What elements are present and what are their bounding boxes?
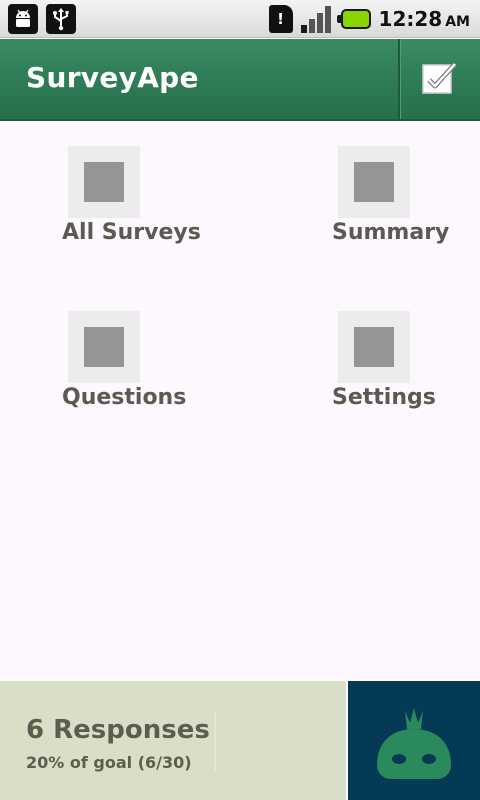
android-debug-icon: [8, 4, 38, 34]
dashboard-item-summary[interactable]: Summary: [332, 146, 480, 256]
notification-icons: [8, 4, 76, 34]
dashboard-item-label: Settings: [332, 385, 436, 410]
sim-card-icon: !: [268, 5, 293, 33]
placeholder-thumbnail-icon: [68, 311, 140, 383]
responses-panel[interactable]: 6 Responses 20% of goal (6/30): [0, 681, 346, 800]
dashboard-item-label: Questions: [62, 385, 187, 410]
panel-divider: [214, 711, 216, 771]
checkbox-check-icon: [422, 62, 457, 94]
dashboard-item-label: All Surveys: [62, 220, 201, 245]
dashboard-item-label: Summary: [332, 220, 450, 245]
dashboard-item-settings[interactable]: Settings: [332, 311, 480, 421]
status-bar: ! 12:28 AM: [0, 0, 480, 38]
surveyape-mascot-icon: [377, 707, 451, 779]
status-clock: 12:28 AM: [378, 7, 470, 31]
app-header: SurveyApe: [0, 39, 480, 121]
placeholder-thumbnail-icon: [338, 146, 410, 218]
placeholder-thumbnail-icon: [68, 146, 140, 218]
dashboard-item-all-surveys[interactable]: All Surveys: [62, 146, 242, 256]
dashboard-item-questions[interactable]: Questions: [62, 311, 242, 421]
usb-icon: [46, 4, 76, 34]
app-title: SurveyApe: [26, 61, 199, 94]
logo-panel: [348, 681, 480, 800]
system-icons: ! 12:28 AM: [268, 4, 470, 34]
placeholder-thumbnail-icon: [338, 311, 410, 383]
checklist-action-button[interactable]: [400, 39, 480, 119]
signal-icon: [300, 5, 333, 33]
goal-progress: 20% of goal (6/30): [26, 753, 192, 772]
battery-icon: [336, 9, 371, 29]
responses-count: 6 Responses: [26, 715, 210, 745]
